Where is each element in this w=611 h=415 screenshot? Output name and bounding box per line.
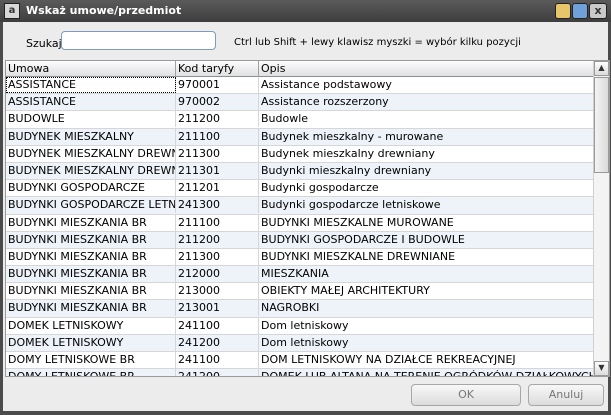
cell-opis: BUDYNKI GOSPODARCZE I BUDOWLE — [261, 232, 465, 246]
cell-opis: Budynek mieszkalny - murowane — [261, 129, 444, 143]
window-title: Wskaż umowe/przedmiot — [26, 4, 182, 17]
cell-umowa: DOMEK LETNISKOWY — [6, 317, 176, 334]
cell-kod-taryfy: 212000 — [176, 266, 259, 283]
cell-umowa: ASSISTANCE — [6, 94, 176, 111]
cell-kod-taryfy: 241200 — [176, 334, 259, 351]
title-bar[interactable]: a Wskaż umowe/przedmiot x — [0, 0, 611, 22]
cell-opis: DOMEK LUB ALTANA NA TERENIE OGRÓDKÓW DZI… — [261, 370, 593, 377]
table-row[interactable]: BUDYNEK MIESZKALNY 211100 Budynek mieszkal… — [6, 128, 593, 146]
table-row[interactable]: ASSISTANCE 970001 Assistance podstawowy — [6, 77, 593, 95]
search-input[interactable] — [61, 31, 216, 50]
cell-kod-taryfy: 241100 — [176, 317, 259, 334]
table-row[interactable]: BUDYNKI MIESZKANIA BR 211200 BUDYNKI GOSPO… — [6, 231, 593, 249]
cell-kod-taryfy: 211100 — [176, 214, 259, 231]
cell-umowa: DOMY LETNISKOWE BR — [6, 369, 176, 376]
maximize-button[interactable] — [572, 3, 588, 19]
table-row[interactable]: BUDYNEK MIESZKALNY DREWNIANY211301Budynk… — [6, 162, 593, 181]
cell-kod-taryfy: 211200 — [176, 111, 259, 128]
cell-umowa: BUDYNKI GOSPODARCZE LETNISKOWE — [8, 197, 176, 214]
cell-kod-taryfy: 211100 — [176, 128, 259, 145]
dialog-window: a Wskaż umowe/przedmiot x Szukaj: Ctrl l… — [0, 0, 611, 415]
cell-kod-taryfy: 241300 — [176, 197, 259, 214]
cell-kod-taryfy: 213000 — [176, 283, 259, 300]
cell-kod-taryfy: 211300 — [176, 145, 259, 162]
scroll-down-arrow-icon[interactable]: ▼ — [594, 361, 609, 376]
cell-kod-taryfy: 211300 — [176, 248, 259, 265]
cell-umowa: BUDYNKI MIESZKANIA BR — [6, 214, 176, 231]
cell-umowa: DOMY LETNISKOWE BR — [6, 352, 176, 368]
cell-opis: Budynki gospodarcze — [261, 181, 379, 195]
table-header: Umowa Kod taryfy Opis — [6, 61, 593, 77]
table-row[interactable]: BUDYNKI GOSPODARCZE 211201 Budynki gospoda… — [6, 180, 593, 198]
table-row[interactable]: BUDYNKI MIESZKANIA BR 211300 BUDYNKI MIESZ… — [6, 248, 593, 267]
close-button[interactable]: x — [589, 3, 607, 19]
cell-opis: Budynek mieszkalny drewniany — [261, 146, 435, 160]
cell-kod-taryfy: 211200 — [176, 231, 259, 248]
table-row[interactable]: DOMEK LETNISKOWY 241200 Dom letniskowy — [6, 334, 593, 352]
cell-umowa: BUDYNKI MIESZKANIA BR — [6, 283, 176, 300]
table-row[interactable]: ASSISTANCE 970002 Assistance rozszerzony — [6, 94, 593, 112]
cell-umowa: BUDYNKI MIESZKANIA BR — [6, 248, 176, 265]
cell-kod-taryfy: 241100 — [176, 352, 259, 368]
cell-opis: Assistance rozszerzony — [261, 95, 389, 109]
cell-kod-taryfy: 211301 — [176, 162, 259, 179]
table-row[interactable]: DOMEK LETNISKOWY 241100 Dom letniskowy — [6, 317, 593, 335]
table-row[interactable]: BUDYNKI MIESZKANIA BR 212000 MIESZKANIA — [6, 266, 593, 284]
cell-opis: Budowle — [261, 112, 309, 126]
table-row[interactable]: DOMY LETNISKOWE BR 241200 DOMEK LUB ALTANA… — [6, 369, 593, 377]
cell-opis: Budynki gospodarcze letniskowe — [261, 198, 441, 212]
table-body: ASSISTANCE 970001 Assistance podstawowy ASS… — [6, 77, 593, 377]
ok-button[interactable]: OK — [411, 384, 521, 406]
contracts-table: Umowa Kod taryfy Opis ASSISTANCE 970001 As… — [5, 60, 610, 377]
cell-opis: BUDYNKI MIESZKALNE DREWNIANE — [261, 249, 456, 263]
dialog-client-area: Szukaj: Ctrl lub Shift + lewy klawisz my… — [3, 22, 610, 411]
table-row[interactable]: DOMY LETNISKOWE BR 241100 DOM LETNISKOWY N… — [6, 352, 593, 370]
cell-opis: DOM LETNISKOWY NA DZIAŁCE REKREACYJNEJ — [261, 353, 516, 366]
table-row[interactable]: BUDOWLE 211200 Budowle — [6, 111, 593, 129]
cell-kod-taryfy: 241200 — [176, 369, 259, 376]
cell-kod-taryfy: 211201 — [176, 180, 259, 197]
cell-umowa: BUDYNEK MIESZKALNY DREWNIANY — [6, 145, 176, 162]
cell-opis: BUDYNKI MIESZKALNE MUROWANE — [261, 215, 454, 229]
cell-opis: NAGROBKI — [261, 301, 320, 315]
app-icon[interactable]: a — [4, 3, 20, 19]
cancel-button[interactable]: Anuluj — [528, 384, 604, 406]
cell-umowa: DOMEK LETNISKOWY — [6, 334, 176, 351]
cell-opis: Assistance podstawowy — [261, 78, 392, 91]
cell-umowa: BUDYNKI MIESZKANIA BR — [6, 231, 176, 248]
cell-opis: OBIEKTY MAŁEJ ARCHITEKTURY — [261, 284, 430, 298]
scrollbar-thumb[interactable] — [594, 77, 609, 173]
cell-opis: MIESZKANIA — [261, 267, 329, 281]
multi-select-hint: Ctrl lub Shift + lewy klawisz myszki = w… — [234, 37, 521, 48]
cell-kod-taryfy: 970002 — [176, 94, 259, 111]
minimize-button[interactable] — [555, 3, 571, 19]
cell-umowa: BUDYNKI MIESZKANIA BR — [6, 266, 176, 283]
table-row[interactable]: BUDYNEK MIESZKALNY DREWNIANY211300Budyne… — [6, 145, 593, 163]
cell-umowa: BUDYNKI MIESZKANIA BR — [6, 300, 176, 317]
cell-opis: Budynki mieszkalny drewniany — [261, 163, 432, 177]
cell-umowa: BUDYNKI GOSPODARCZE — [6, 180, 176, 197]
cell-kod-taryfy: 970001 — [176, 77, 259, 93]
column-header-kod-taryfy[interactable]: Kod taryfy — [176, 61, 259, 77]
cell-opis: Dom letniskowy — [261, 318, 349, 332]
table-row[interactable]: BUDYNKI GOSPODARCZE LETNISKOWE241300Budy… — [6, 197, 593, 215]
vertical-scrollbar[interactable]: ▲ ▼ — [593, 61, 609, 376]
cell-umowa: BUDYNEK MIESZKALNY DREWNIANY — [6, 162, 176, 179]
table-row[interactable]: BUDYNKI MIESZKANIA BR 213001 NAGROBKI — [6, 300, 593, 318]
scroll-up-arrow-icon[interactable]: ▲ — [594, 61, 609, 76]
table-row[interactable]: BUDYNKI MIESZKANIA BR 213000 OBIEKTY MAŁEJ… — [6, 283, 593, 301]
cell-umowa: BUDOWLE — [6, 111, 176, 128]
cell-kod-taryfy: 213001 — [176, 300, 259, 317]
cell-opis: Dom letniskowy — [261, 335, 349, 349]
cell-umowa: ASSISTANCE — [6, 77, 176, 93]
table-row[interactable]: BUDYNKI MIESZKANIA BR 211100 BUDYNKI MIESZ… — [6, 214, 593, 232]
column-header-opis[interactable]: Opis — [259, 61, 593, 77]
search-label: Szukaj: — [26, 37, 66, 50]
cell-umowa: BUDYNEK MIESZKALNY — [6, 128, 176, 145]
column-header-umowa[interactable]: Umowa — [6, 61, 176, 77]
search-row: Szukaj: Ctrl lub Shift + lewy klawisz my… — [3, 22, 608, 60]
